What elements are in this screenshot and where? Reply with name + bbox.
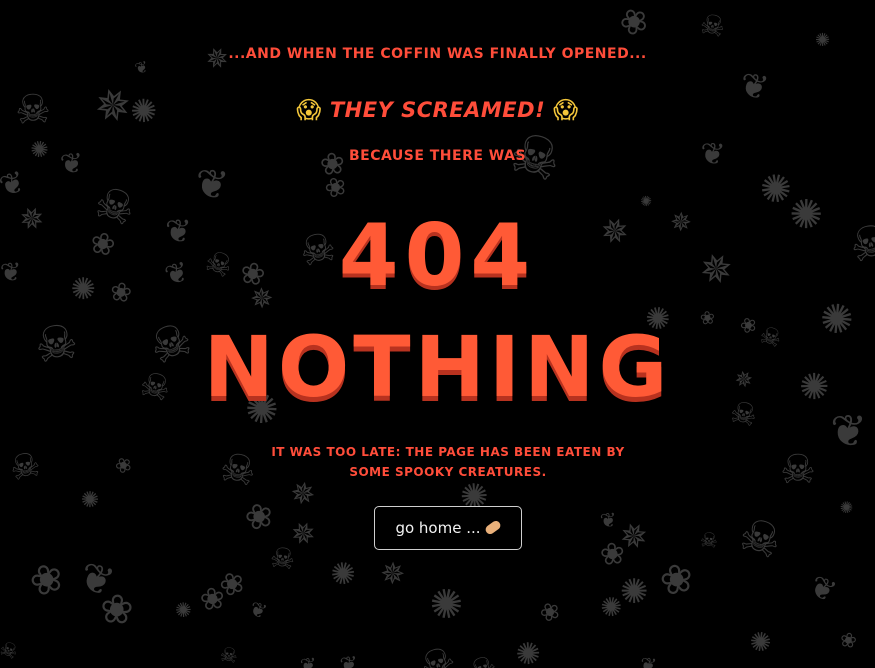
error-code: 404 (338, 206, 537, 306)
go-home-label: go home ... (395, 519, 481, 537)
story-line-because: because there was (348, 148, 527, 164)
story-line-scream: 😱 they screamed! 😱 (0, 96, 875, 124)
screaming-face-icon: 😱 (296, 96, 322, 124)
error-message: It was too late: the page has been eaten… (271, 445, 625, 479)
screaming-face-icon: 😱 (553, 96, 579, 124)
error-404-page: ...and when the coffin was finally opene… (0, 0, 875, 668)
story-line-coffin: ...and when the coffin was finally opene… (228, 46, 647, 62)
error-word: NOTHING (203, 318, 672, 416)
go-home-button[interactable]: go home ... (374, 506, 522, 550)
scream-text: they screamed! (329, 98, 546, 122)
bandage-icon (483, 518, 502, 536)
